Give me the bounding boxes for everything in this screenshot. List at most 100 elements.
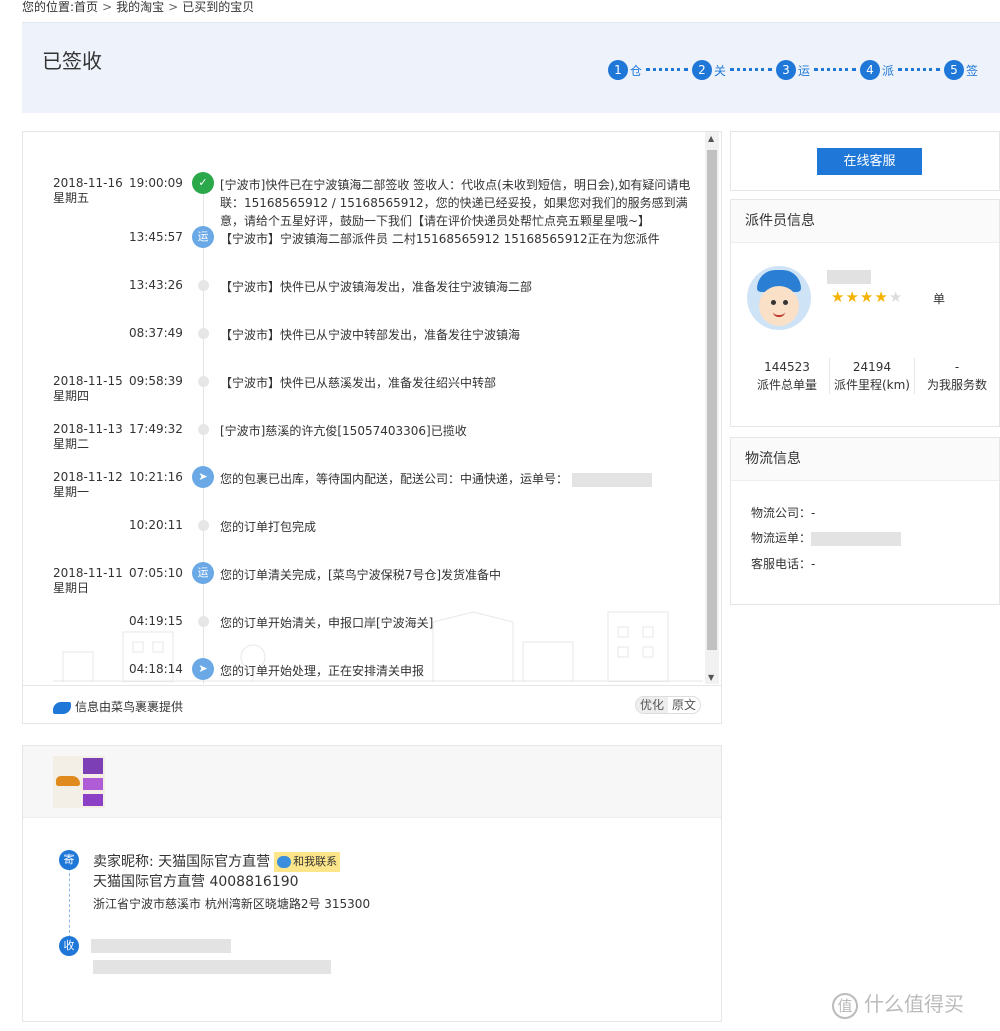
online-service-button[interactable]: 在线客服 bbox=[817, 148, 922, 175]
seller-phone: 天猫国际官方直营 4008816190 bbox=[93, 874, 299, 890]
stat-label: 为我服务数 bbox=[926, 378, 987, 392]
event-time: 07:05:10 bbox=[129, 566, 183, 580]
transport-icon: 运 bbox=[192, 562, 214, 584]
courier-rating: ★★★★★ bbox=[831, 288, 903, 306]
timeline-dot bbox=[198, 328, 209, 339]
progress-steps: 1仓 2关 3运 4派 5签 bbox=[607, 60, 978, 80]
event-desc: 您的订单打包完成 bbox=[220, 520, 317, 534]
event-time: 10:21:16 bbox=[129, 470, 183, 484]
event-date: 2018-11-11 星期日 bbox=[53, 566, 123, 595]
toggle-optimized[interactable]: 优化 bbox=[635, 697, 668, 713]
receiver-address-redacted bbox=[93, 960, 331, 974]
contact-label: 和我联系 bbox=[293, 855, 338, 868]
chat-bubble-icon bbox=[277, 856, 292, 868]
step-warehouse: 1仓 bbox=[607, 60, 692, 80]
timeline-dot bbox=[198, 520, 209, 531]
seller-address: 浙江省宁波市慈溪市 杭州湾新区晓塘路2号 315300 bbox=[93, 897, 371, 911]
stat-value: - bbox=[954, 360, 960, 374]
text-mode-toggle[interactable]: 优化 原文 bbox=[634, 696, 701, 714]
step-connector bbox=[813, 67, 856, 71]
event-date: 2018-11-13 星期二 bbox=[53, 422, 123, 451]
event-date: 2018-11-12 星期一 bbox=[53, 470, 123, 499]
logistics-title: 物流信息 bbox=[731, 438, 999, 481]
step-label: 关 bbox=[713, 63, 726, 78]
breadcrumb-sep: > bbox=[102, 0, 113, 14]
step-number: 3 bbox=[775, 60, 796, 80]
provider-note: 信息由菜鸟裹裹提供 bbox=[53, 698, 183, 715]
sender-badge: 寄 bbox=[59, 850, 79, 870]
field-value: - bbox=[811, 557, 816, 571]
event-time: 19:00:09 bbox=[129, 176, 183, 190]
logistics-company: 物流公司：- bbox=[751, 504, 815, 521]
timeline-dot bbox=[198, 616, 209, 627]
stat-mileage: 24194 派件里程(km) bbox=[830, 358, 915, 394]
scroll-down-icon[interactable]: ▼ bbox=[708, 673, 714, 682]
stat-value: 24194 bbox=[852, 360, 892, 374]
scrollbar-thumb[interactable] bbox=[707, 150, 717, 650]
breadcrumb-home[interactable]: 首页 bbox=[74, 0, 98, 14]
event-desc: 您的包裹已出库，等待国内配送，配送公司：中通快递，运单号： bbox=[220, 470, 695, 488]
star-icon: ★ bbox=[831, 288, 846, 306]
route-connector bbox=[69, 868, 70, 938]
tracking-footer: 信息由菜鸟裹裹提供 优化 原文 bbox=[23, 685, 721, 723]
star-icon: ★ bbox=[845, 288, 860, 306]
field-value: - bbox=[811, 506, 816, 520]
step-transit: 3运 bbox=[775, 60, 860, 80]
transport-icon: 运 bbox=[192, 226, 214, 248]
step-label: 运 bbox=[797, 63, 810, 78]
event-desc: 您的订单开始处理，正在安排清关申报 bbox=[220, 664, 425, 678]
event-desc: 【宁波市】快件已从宁波中转部发出，准备发往宁波镇海 bbox=[220, 328, 521, 342]
step-customs: 2关 bbox=[691, 60, 776, 80]
breadcrumb-purchased[interactable]: 已买到的宝贝 bbox=[182, 0, 254, 14]
event-desc: 【宁波市】快件已从宁波镇海发出，准备发往宁波镇海二部 bbox=[220, 280, 533, 294]
watermark-logo: 值 bbox=[832, 992, 858, 1019]
provider-text: 信息由菜鸟裹裹提供 bbox=[75, 700, 184, 714]
toggle-original[interactable]: 原文 bbox=[668, 697, 700, 713]
step-signed: 5签 bbox=[943, 60, 978, 80]
timeline-dot bbox=[198, 376, 209, 387]
timeline-dot bbox=[198, 280, 209, 291]
event-time: 13:45:57 bbox=[129, 230, 183, 244]
star-icon: ★ bbox=[874, 288, 889, 306]
courier-panel: 派件员信息 ★★★★★ 单 144523 派件总单量 24194 派件里程(km) … bbox=[730, 199, 1000, 427]
waybill-redacted bbox=[811, 531, 902, 546]
receiver-badge: 收 bbox=[59, 936, 79, 956]
step-number: 1 bbox=[607, 60, 628, 80]
stat-label: 派件里程(km) bbox=[833, 378, 910, 392]
step-connector bbox=[897, 67, 940, 71]
contact-seller-button[interactable]: 和我联系 bbox=[274, 852, 341, 872]
courier-unit: 单 bbox=[933, 292, 946, 306]
tracking-scrollbar[interactable]: ▲ ▼ bbox=[705, 132, 719, 684]
breadcrumb-my-taobao[interactable]: 我的淘宝 bbox=[116, 0, 164, 14]
service-panel: 在线客服 bbox=[730, 131, 1000, 191]
breadcrumb-prefix: 您的位置: bbox=[22, 0, 75, 14]
event-time: 04:19:15 bbox=[129, 614, 183, 628]
order-items bbox=[23, 746, 721, 818]
event-desc: 【宁波市】宁波镇海二部派件员 二村15168565912 15168565912… bbox=[220, 232, 660, 246]
cainiao-bird-icon: ➤ bbox=[192, 658, 214, 680]
seller-nickname: 卖家昵称: 天猫国际官方直营 bbox=[93, 854, 271, 870]
event-date: 2018-11-16 星期五 bbox=[53, 176, 123, 205]
cainiao-bird-icon: ➤ bbox=[192, 466, 214, 488]
watermark: 值什么值得买 bbox=[832, 988, 964, 1019]
event-desc: 您的订单清关完成，[菜鸟宁波保税7号仓]发货准备中 bbox=[220, 568, 502, 582]
step-number: 4 bbox=[859, 60, 880, 80]
receiver-name-redacted bbox=[91, 939, 231, 953]
event-date: 2018-11-15 星期四 bbox=[53, 374, 123, 403]
scroll-up-icon[interactable]: ▲ bbox=[708, 134, 714, 143]
cainiao-bird-icon bbox=[53, 701, 71, 714]
event-time: 10:20:11 bbox=[129, 518, 183, 532]
stat-value: 144523 bbox=[764, 360, 810, 374]
product-thumbnail[interactable] bbox=[53, 756, 105, 808]
field-label: 物流公司： bbox=[751, 506, 812, 520]
event-desc: [宁波市]快件已在宁波镇海二部签收 签收人：代收点(未收到短信，明日会),如有疑… bbox=[220, 178, 691, 228]
stat-label: 派件总单量 bbox=[756, 378, 817, 392]
step-number: 2 bbox=[691, 60, 712, 80]
event-time: 04:18:14 bbox=[129, 662, 183, 676]
event-time: 13:43:26 bbox=[129, 278, 183, 292]
step-label: 派 bbox=[881, 63, 894, 78]
logistics-waybill: 物流运单： bbox=[751, 529, 902, 546]
event-time: 08:37:49 bbox=[129, 326, 183, 340]
step-dispatch: 4派 bbox=[859, 60, 944, 80]
step-label: 签 bbox=[965, 63, 978, 78]
